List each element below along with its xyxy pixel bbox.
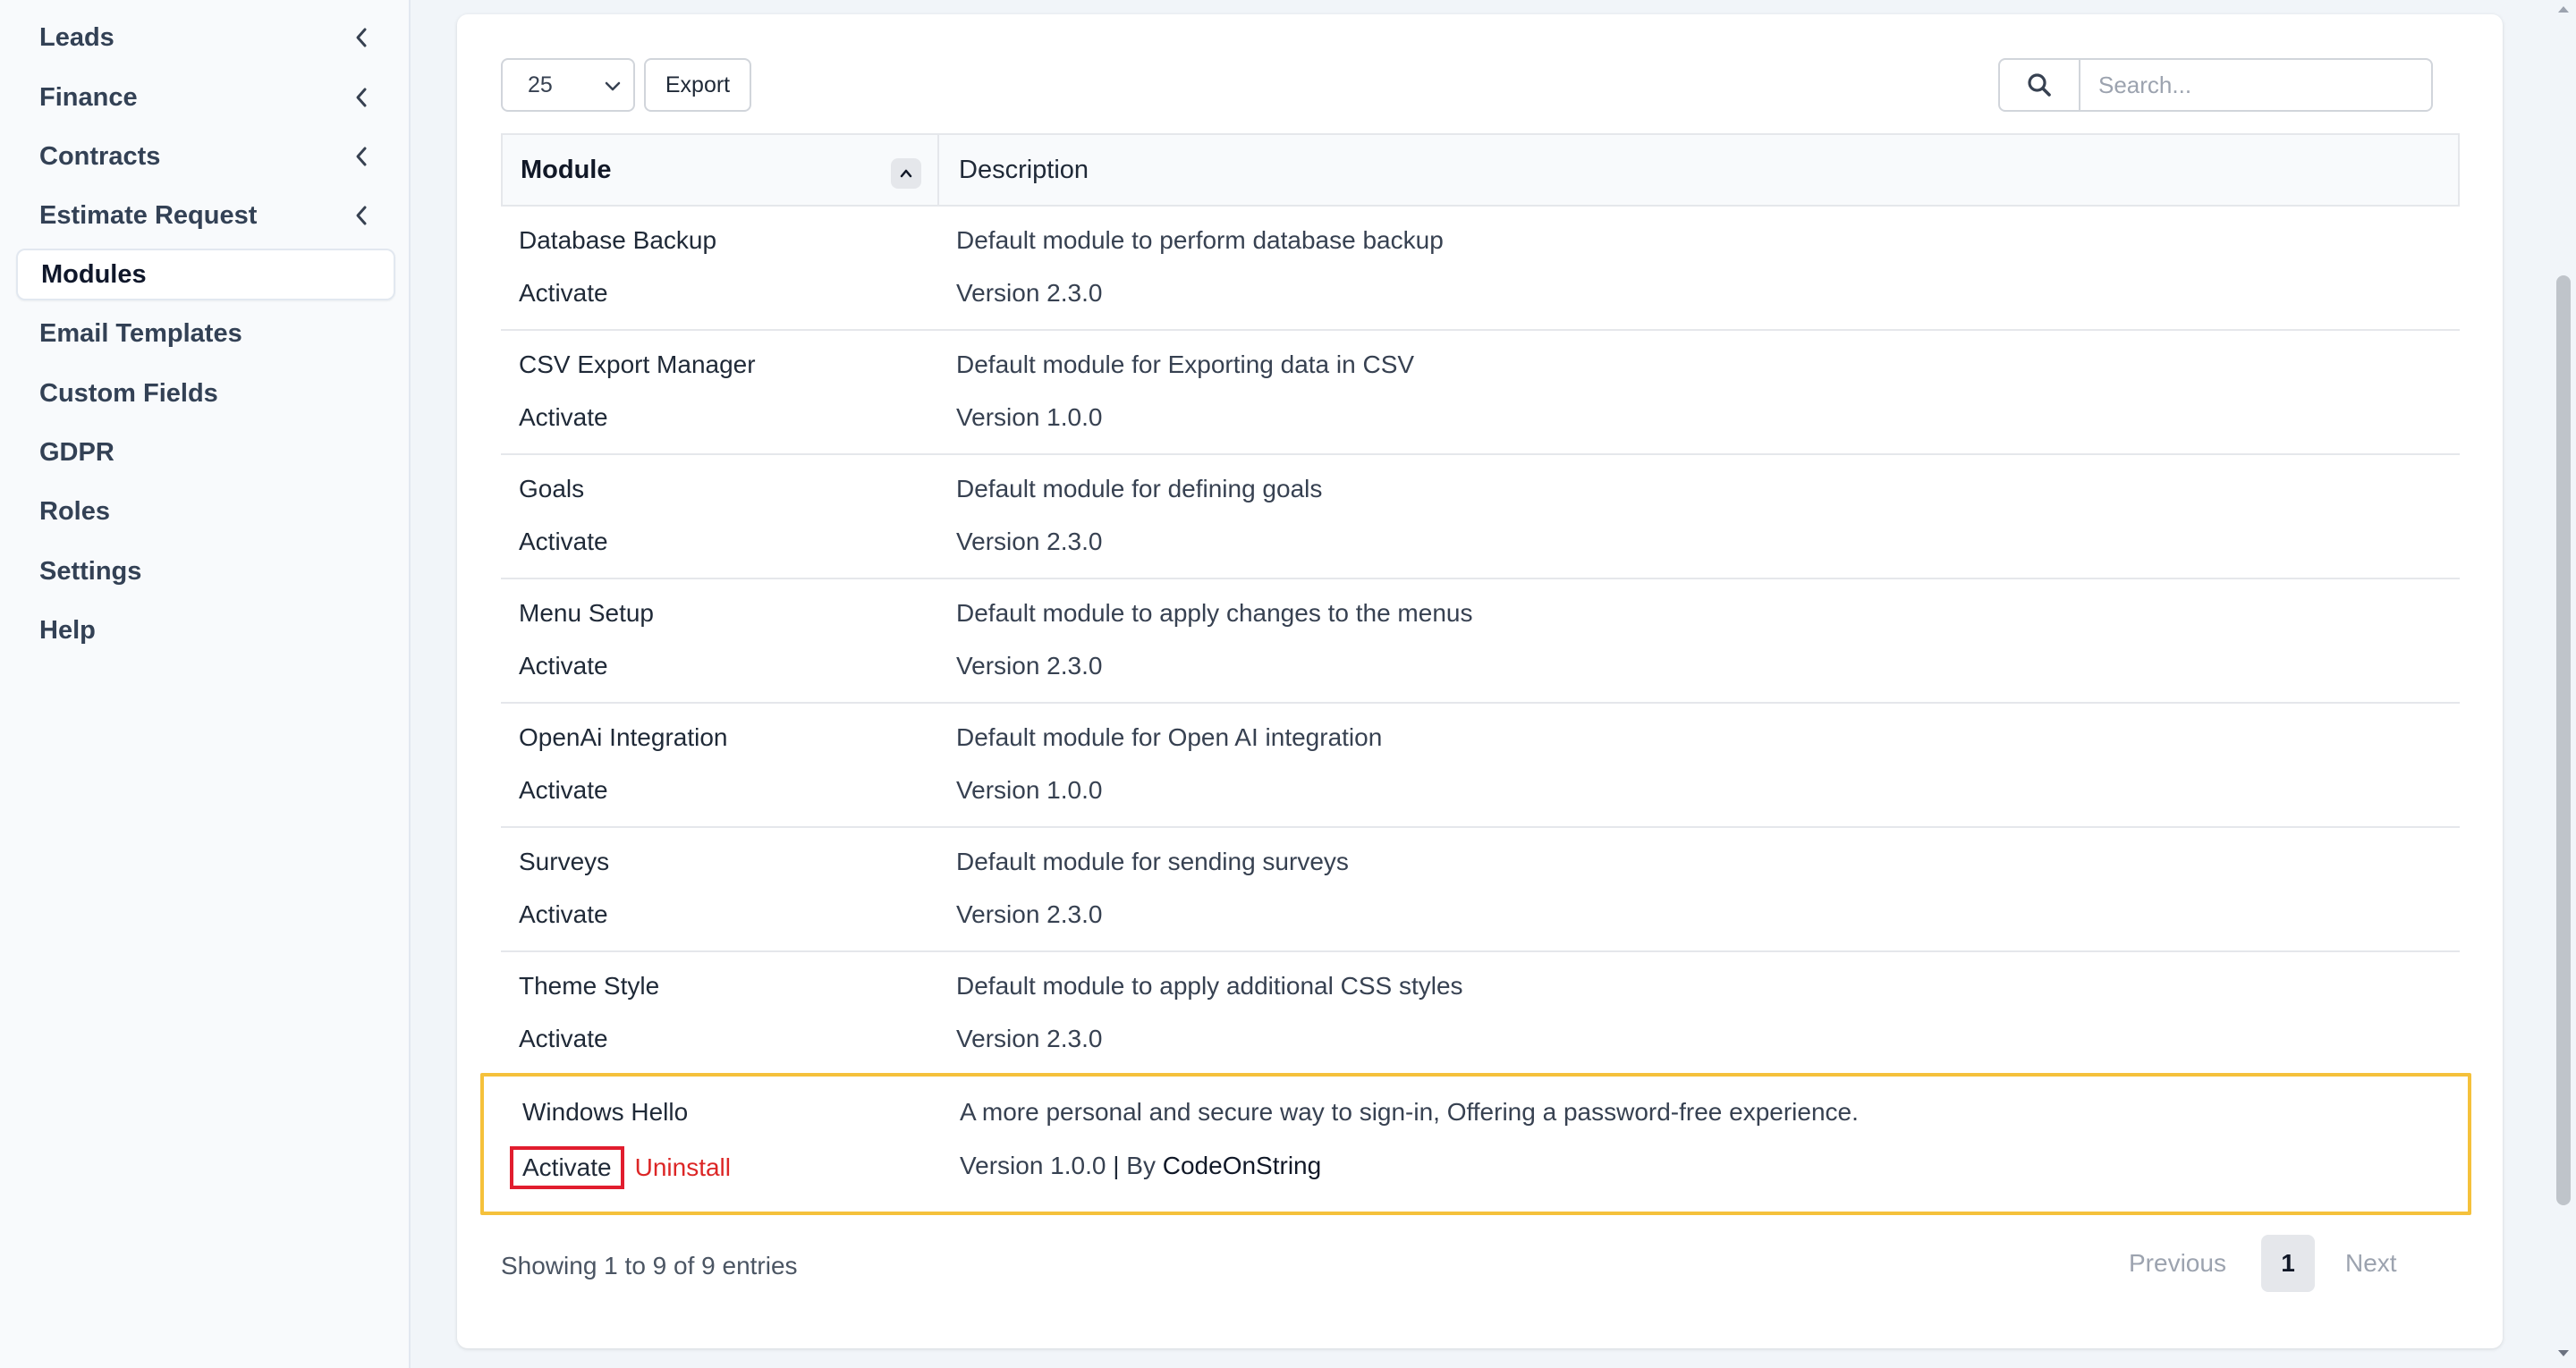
module-version: Version 1.0.0: [960, 1152, 1106, 1179]
activate-link[interactable]: Activate: [519, 652, 608, 680]
module-description: Default module to apply changes to the m…: [956, 599, 1473, 627]
chevron-left-icon: [351, 205, 372, 226]
module-description: Default module to perform database backu…: [956, 226, 1444, 254]
table-row-highlighted: Windows Hello Activate Uninstall A more p…: [480, 1073, 2471, 1215]
module-version: Version 2.3.0: [956, 900, 1103, 928]
module-version: Version 2.3.0: [956, 1025, 1103, 1052]
sidebar-item-label: Leads: [39, 22, 114, 52]
module-version: Version 2.3.0: [956, 528, 1103, 555]
module-version-line: Version 1.0.0 | By CodeOnString: [960, 1152, 1321, 1180]
column-header-label: Module: [521, 155, 612, 184]
module-name: OpenAi Integration: [519, 723, 728, 751]
module-description: Default module for sending surveys: [956, 848, 1349, 875]
sidebar: Leads Finance Contracts Estimate Request…: [0, 0, 411, 1368]
sidebar-item-finance[interactable]: Finance: [16, 72, 395, 123]
search-input[interactable]: [2080, 60, 2431, 110]
sidebar-item-label: Settings: [39, 556, 142, 586]
activate-link[interactable]: Activate: [519, 1025, 608, 1053]
sidebar-item-leads[interactable]: Leads: [16, 12, 395, 63]
chevron-left-icon: [351, 27, 372, 48]
author-prefix: By: [1126, 1152, 1156, 1179]
activate-link[interactable]: Activate: [519, 403, 608, 432]
table-row: Menu Setup Activate Default module to ap…: [501, 579, 2460, 704]
table-row: CSV Export Manager Activate Default modu…: [501, 331, 2460, 455]
author-name: CodeOnString: [1162, 1152, 1322, 1179]
module-description: Default module to apply additional CSS s…: [956, 972, 1463, 1000]
sidebar-item-roles[interactable]: Roles: [16, 486, 395, 537]
sidebar-item-label: Custom Fields: [39, 378, 218, 408]
sidebar-item-help[interactable]: Help: [16, 604, 395, 656]
export-button[interactable]: Export: [644, 58, 751, 112]
activate-link[interactable]: Activate: [510, 1146, 624, 1189]
module-name: Goals: [519, 475, 585, 502]
column-header-module[interactable]: Module: [503, 135, 939, 205]
column-header-label: Description: [959, 155, 1089, 184]
sidebar-item-modules[interactable]: Modules: [16, 249, 395, 300]
pagination-previous[interactable]: Previous: [2129, 1235, 2226, 1292]
sidebar-item-contracts[interactable]: Contracts: [16, 131, 395, 182]
entries-info: Showing 1 to 9 of 9 entries: [501, 1252, 798, 1279]
module-description: Default module for Exporting data in CSV: [956, 350, 1415, 378]
uninstall-link[interactable]: Uninstall: [635, 1153, 731, 1181]
sidebar-item-label: Help: [39, 615, 96, 645]
sidebar-item-label: Estimate Request: [39, 200, 258, 230]
vertical-scrollbar[interactable]: [2551, 0, 2576, 1368]
activate-link[interactable]: Activate: [519, 528, 608, 556]
table-row: Database Backup Activate Default module …: [501, 207, 2460, 331]
activate-link[interactable]: Activate: [519, 776, 608, 805]
scrollbar-thumb[interactable]: [2556, 275, 2571, 1205]
version-separator: |: [1113, 1152, 1120, 1179]
module-description: A more personal and secure way to sign-i…: [960, 1098, 1859, 1126]
activate-link[interactable]: Activate: [519, 279, 608, 308]
sidebar-item-label: Contracts: [39, 141, 161, 171]
page-length-value: 25: [528, 72, 553, 97]
module-name: CSV Export Manager: [519, 350, 756, 378]
sidebar-item-email-templates[interactable]: Email Templates: [16, 308, 395, 359]
module-name: Surveys: [519, 848, 610, 875]
module-name: Theme Style: [519, 972, 660, 1000]
sidebar-item-settings[interactable]: Settings: [16, 545, 395, 597]
column-header-description[interactable]: Description: [939, 135, 1089, 205]
module-description: Default module for Open AI integration: [956, 723, 1383, 751]
module-name: Database Backup: [519, 226, 717, 254]
table-row: Surveys Activate Default module for send…: [501, 828, 2460, 952]
sidebar-item-label: GDPR: [39, 437, 114, 467]
search-box: [1998, 58, 2433, 112]
sidebar-item-label: Modules: [41, 259, 147, 289]
pagination-next[interactable]: Next: [2345, 1235, 2397, 1292]
sidebar-item-custom-fields[interactable]: Custom Fields: [16, 367, 395, 419]
module-name: Menu Setup: [519, 599, 654, 627]
table-header: Module Description: [501, 133, 2460, 207]
table-row: Goals Activate Default module for defini…: [501, 455, 2460, 579]
sidebar-item-label: Email Templates: [39, 318, 242, 348]
sidebar-item-label: Finance: [39, 82, 138, 112]
sort-ascending-icon[interactable]: [891, 158, 921, 189]
module-version: Version 2.3.0: [956, 652, 1103, 680]
scroll-down-icon[interactable]: [2556, 1348, 2571, 1361]
scroll-up-icon[interactable]: [2556, 4, 2571, 16]
table-row: Theme Style Activate Default module to a…: [501, 952, 2460, 1077]
chevron-left-icon: [351, 146, 372, 167]
chevron-left-icon: [351, 87, 372, 108]
module-name: Windows Hello: [522, 1098, 689, 1126]
sidebar-item-gdpr[interactable]: GDPR: [16, 426, 395, 478]
pagination-page-current[interactable]: 1: [2261, 1235, 2315, 1292]
module-version: Version 2.3.0: [956, 279, 1103, 307]
activate-link[interactable]: Activate: [519, 900, 608, 929]
sidebar-item-label: Roles: [39, 496, 110, 526]
chevron-down-icon: [603, 76, 623, 102]
page-length-select[interactable]: 25: [501, 58, 635, 112]
module-actions: Activate Uninstall: [510, 1146, 731, 1189]
module-version: Version 1.0.0: [956, 776, 1103, 804]
search-icon[interactable]: [2000, 60, 2080, 110]
sidebar-item-estimate-request[interactable]: Estimate Request: [16, 190, 395, 241]
module-version: Version 1.0.0: [956, 403, 1103, 431]
module-description: Default module for defining goals: [956, 475, 1323, 502]
table-row: OpenAi Integration Activate Default modu…: [501, 704, 2460, 828]
